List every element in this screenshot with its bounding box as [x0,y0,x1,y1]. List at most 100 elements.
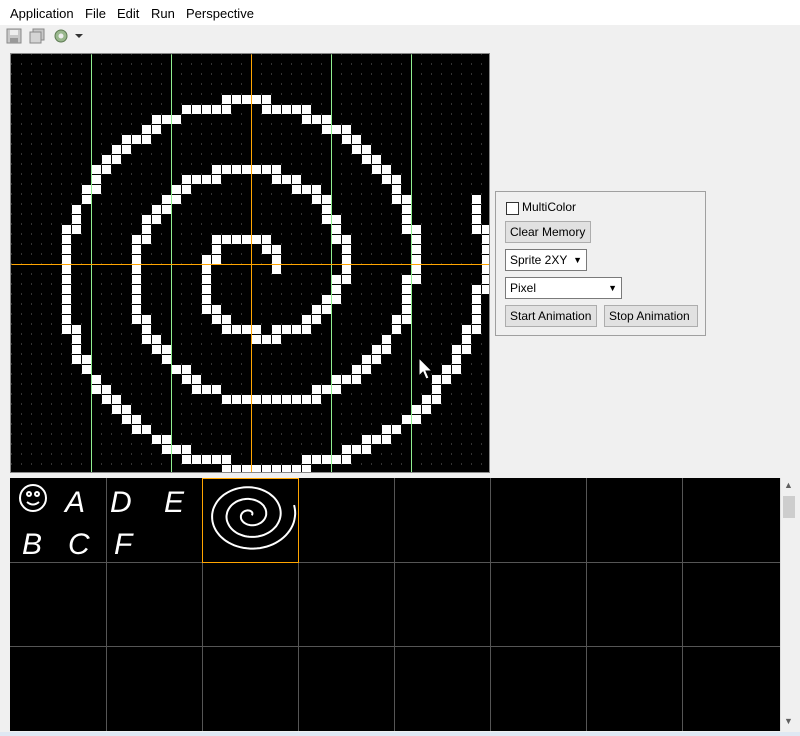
pixel[interactable] [432,375,441,384]
pixel[interactable] [402,295,411,304]
pixel[interactable] [482,235,490,244]
pixel[interactable] [72,355,81,364]
pixel[interactable] [262,95,271,104]
pixel[interactable] [362,445,371,454]
pixel[interactable] [482,265,490,274]
pixel[interactable] [472,195,481,204]
pixel[interactable] [392,175,401,184]
pixel[interactable] [402,275,411,284]
pixel[interactable] [62,285,71,294]
pixel[interactable] [342,135,351,144]
pixel[interactable] [402,215,411,224]
pixel[interactable] [252,325,261,334]
pixel[interactable] [322,305,331,314]
pixel[interactable] [332,275,341,284]
pixel[interactable] [332,285,341,294]
pixel[interactable] [372,355,381,364]
pixel[interactable] [332,215,341,224]
pixel[interactable] [212,105,221,114]
pixel[interactable] [122,405,131,414]
pixel[interactable] [222,105,231,114]
pixel[interactable] [212,315,221,324]
pixel[interactable] [232,465,241,473]
pixel[interactable] [392,185,401,194]
pixel[interactable] [372,345,381,354]
pixel[interactable] [482,285,490,294]
pixel[interactable] [102,385,111,394]
pixel[interactable] [202,105,211,114]
pixel[interactable] [452,355,461,364]
pixel[interactable] [192,175,201,184]
pixel[interactable] [482,275,490,284]
pixel[interactable] [162,435,171,444]
pixel[interactable] [452,365,461,374]
pixel[interactable] [382,345,391,354]
menu-application[interactable]: Application [10,6,74,21]
pixel[interactable] [132,305,141,314]
pixel[interactable] [62,255,71,264]
pixel[interactable] [372,155,381,164]
pixel[interactable] [262,465,271,473]
pixel[interactable] [302,455,311,464]
pixel[interactable] [292,175,301,184]
pixel[interactable] [362,155,371,164]
pixel[interactable] [92,185,101,194]
pixel[interactable] [152,345,161,354]
pixel[interactable] [262,235,271,244]
pixel[interactable] [222,465,231,473]
pixel[interactable] [342,255,351,264]
pixel[interactable] [272,265,281,274]
pixel[interactable] [382,175,391,184]
pixel[interactable] [452,345,461,354]
pixel[interactable] [172,445,181,454]
pixel[interactable] [342,455,351,464]
pixel[interactable] [222,235,231,244]
pixel[interactable] [312,185,321,194]
pixel[interactable] [362,145,371,154]
pixel[interactable] [342,125,351,134]
pixel[interactable] [362,355,371,364]
pixel[interactable] [312,395,321,404]
pixel[interactable] [182,455,191,464]
pixel[interactable] [222,95,231,104]
pixel[interactable] [212,175,221,184]
pixel[interactable] [432,385,441,394]
pixel[interactable] [172,115,181,124]
save-all-icon[interactable] [29,28,47,46]
pixel[interactable] [222,325,231,334]
pixel[interactable] [402,205,411,214]
pixel[interactable] [152,215,161,224]
pixel[interactable] [152,205,161,214]
pixel[interactable] [62,325,71,334]
pixel[interactable] [472,315,481,324]
pixel[interactable] [262,105,271,114]
menu-file[interactable]: File [85,6,106,21]
pixel[interactable] [392,425,401,434]
pixel[interactable] [392,325,401,334]
pixel[interactable] [312,115,321,124]
pixel[interactable] [402,315,411,324]
pixel[interactable] [322,385,331,394]
pixel[interactable] [312,455,321,464]
pixel[interactable] [412,415,421,424]
pixel[interactable] [132,235,141,244]
pixel[interactable] [252,395,261,404]
menu-edit[interactable]: Edit [117,6,139,21]
pixel[interactable] [262,245,271,254]
pixel[interactable] [402,305,411,314]
pixel[interactable] [412,275,421,284]
pixel[interactable] [72,345,81,354]
pixel[interactable] [362,435,371,444]
pixel[interactable] [332,295,341,304]
pixel[interactable] [322,125,331,134]
pixel[interactable] [292,325,301,334]
pixel[interactable] [142,335,151,344]
pixel[interactable] [322,195,331,204]
pixel[interactable] [62,315,71,324]
pixel[interactable] [182,105,191,114]
pixel[interactable] [382,425,391,434]
sprite-editor-canvas[interactable] [10,53,490,473]
pixel[interactable] [82,185,91,194]
pixel[interactable] [332,225,341,234]
pixel[interactable] [412,245,421,254]
